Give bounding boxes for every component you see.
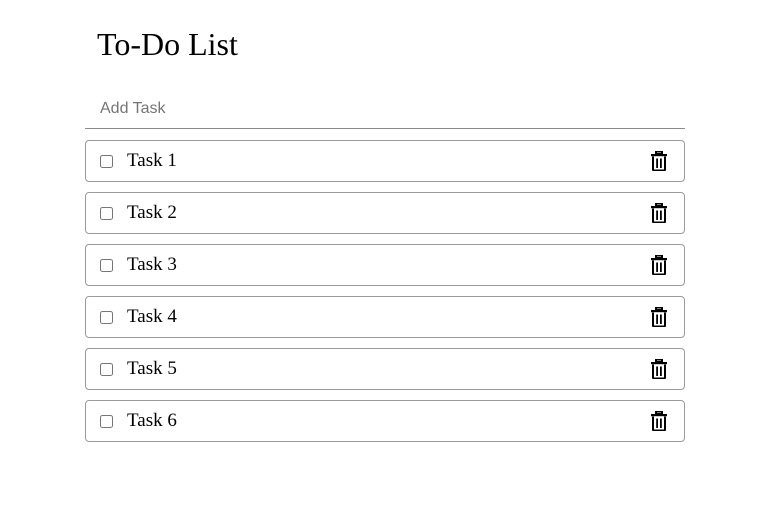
task-label: Task 2 xyxy=(127,202,177,223)
task-checkbox[interactable] xyxy=(100,206,113,220)
list-item: Task 6 xyxy=(85,400,685,442)
delete-task-button[interactable] xyxy=(650,410,668,432)
trash-icon xyxy=(651,307,667,327)
task-checkbox[interactable] xyxy=(100,154,113,168)
page-title: To-Do List xyxy=(97,26,238,62)
delete-task-button[interactable] xyxy=(650,306,668,328)
task-checkbox[interactable] xyxy=(100,362,113,376)
task-label: Task 1 xyxy=(127,150,177,171)
trash-icon xyxy=(651,255,667,275)
delete-task-button[interactable] xyxy=(650,202,668,224)
task-checkbox[interactable] xyxy=(100,310,113,324)
list-item: Task 5 xyxy=(85,348,685,390)
delete-task-button[interactable] xyxy=(650,358,668,380)
trash-icon xyxy=(651,411,667,431)
list-item: Task 3 xyxy=(85,244,685,286)
delete-task-button[interactable] xyxy=(650,254,668,276)
trash-icon xyxy=(651,203,667,223)
list-item: Task 1 xyxy=(85,140,685,182)
task-label: Task 3 xyxy=(127,254,177,275)
task-list: Task 1 Task 2 Task 3 Task 4 Task 5 Task … xyxy=(85,140,685,452)
task-label: Task 5 xyxy=(127,358,177,379)
trash-icon xyxy=(651,359,667,379)
trash-icon xyxy=(651,151,667,171)
task-checkbox[interactable] xyxy=(100,414,113,428)
list-item: Task 4 xyxy=(85,296,685,338)
task-label: Task 6 xyxy=(127,410,177,431)
delete-task-button[interactable] xyxy=(650,150,668,172)
add-task-input[interactable] xyxy=(85,90,685,129)
list-item: Task 2 xyxy=(85,192,685,234)
task-checkbox[interactable] xyxy=(100,258,113,272)
task-label: Task 4 xyxy=(127,306,177,327)
